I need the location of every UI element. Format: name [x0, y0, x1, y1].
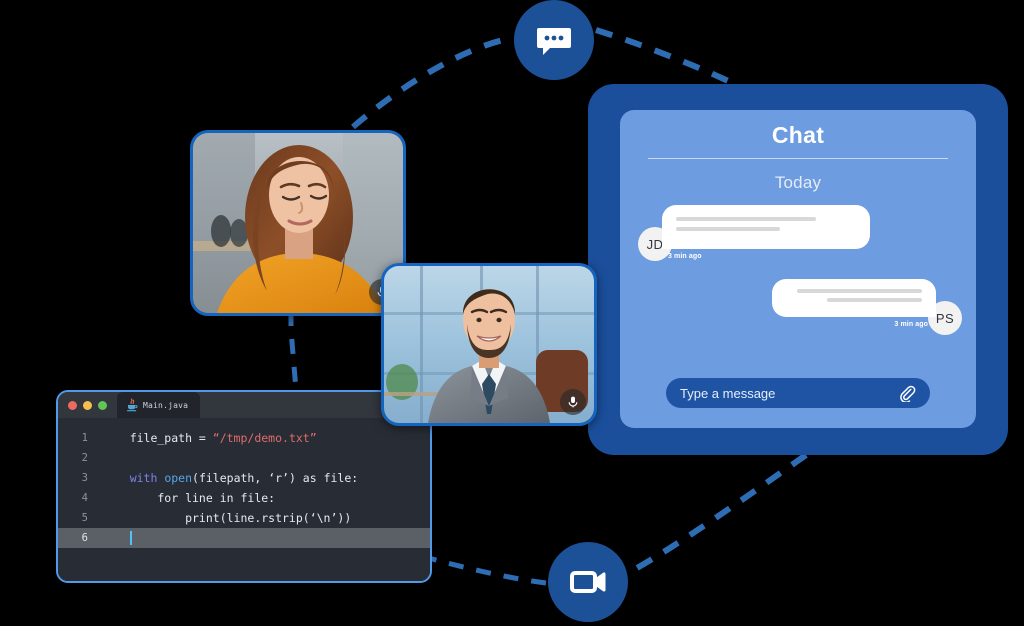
message-text-line — [676, 217, 817, 221]
code-line[interactable]: 3 with open(filepath, ‘r’) as file: — [58, 468, 430, 488]
code-token: file_path = — [102, 431, 213, 445]
code-token: for line in file: — [102, 491, 276, 505]
code-line-number: 5 — [81, 512, 88, 524]
video-camera-icon — [570, 571, 606, 593]
code-line-number: 3 — [81, 472, 88, 484]
minimize-button[interactable] — [83, 400, 92, 410]
chat-title: Chat — [771, 122, 825, 148]
code-token: with — [129, 471, 165, 485]
text-caret — [129, 531, 132, 546]
code-token: open — [164, 471, 193, 485]
code-line-text: with open(filepath, ‘r’) as file: — [102, 471, 359, 485]
code-line-text: print(line.rstrip(‘\n’)) — [102, 511, 351, 525]
illustration-canvas: Main.java 1 file_path = “/tmp/demo.txt” 2… — [0, 0, 1024, 626]
code-line[interactable]: 2 — [58, 448, 430, 468]
chat-header-divider — [648, 158, 948, 159]
code-editor-window[interactable]: Main.java 1 file_path = “/tmp/demo.txt” 2… — [56, 390, 432, 583]
arc-panel-to-video-node — [628, 452, 808, 575]
message-input-placeholder[interactable]: Type a message — [680, 386, 775, 401]
code-line[interactable]: 5 print(line.rstrip(‘\n’)) — [58, 508, 430, 528]
chat-message-incoming[interactable]: JD 3 min ago — [620, 205, 976, 267]
code-line-number: 4 — [81, 492, 88, 504]
video-tile-man[interactable] — [381, 263, 597, 426]
chat-panel: Chat Today JD 3 min ago PS 3 min ago Typ… — [620, 110, 976, 428]
chat-node[interactable] — [514, 0, 594, 80]
code-line-number: 1 — [81, 432, 88, 444]
code-line-text: for line in file: — [102, 491, 275, 505]
window-controls[interactable] — [58, 400, 107, 410]
chat-window[interactable]: Chat Today JD 3 min ago PS 3 min ago Typ… — [588, 84, 1008, 455]
microphone-icon — [568, 396, 578, 408]
mic-badge-man[interactable] — [560, 389, 586, 415]
code-line-text: file_path = “/tmp/demo.txt” — [102, 431, 317, 445]
video-node[interactable] — [548, 542, 628, 622]
java-file-icon — [127, 398, 138, 412]
message-bubble-incoming[interactable] — [662, 205, 870, 249]
code-line-number: 6 — [81, 532, 88, 544]
message-composer[interactable]: Type a message — [666, 378, 930, 408]
code-line[interactable]: 1 file_path = “/tmp/demo.txt” — [58, 428, 430, 448]
editor-tab-main-java[interactable]: Main.java — [117, 392, 201, 418]
code-token: (filepath, ‘r’) as file: — [192, 471, 359, 485]
chat-message-outgoing[interactable]: PS 3 min ago — [620, 279, 976, 341]
code-line-text — [102, 531, 132, 546]
code-line-number: 2 — [81, 452, 88, 464]
editor-titlebar: Main.java — [58, 392, 430, 418]
code-token: “/tmp/demo.txt” — [212, 431, 317, 445]
message-bubble-outgoing[interactable] — [772, 279, 936, 317]
code-token: print(line.rstrip(‘\n’)) — [102, 511, 352, 525]
message-text-line — [826, 298, 922, 302]
arc-tile-to-editor — [288, 311, 299, 391]
chat-bubble-icon — [537, 28, 571, 55]
arc-tile-to-chat-node — [351, 35, 513, 130]
editor-tab-label: Main.java — [143, 400, 189, 410]
message-timestamp-incoming: 3 min ago — [668, 253, 702, 260]
chat-day-separator: Today — [774, 173, 822, 192]
video-tile-woman[interactable] — [190, 130, 406, 316]
maximize-button[interactable] — [98, 400, 107, 410]
message-timestamp-outgoing: 3 min ago — [894, 321, 928, 328]
code-area[interactable]: 1 file_path = “/tmp/demo.txt” 2 3 with ope… — [58, 418, 430, 581]
paperclip-icon[interactable] — [899, 385, 916, 402]
arc-video-node-to-editor — [424, 554, 547, 586]
code-line[interactable]: 4 for line in file: — [58, 488, 430, 508]
message-text-line — [796, 289, 922, 293]
close-button[interactable] — [68, 400, 77, 410]
code-line[interactable]: 6 — [58, 528, 430, 548]
message-text-line — [676, 227, 781, 231]
